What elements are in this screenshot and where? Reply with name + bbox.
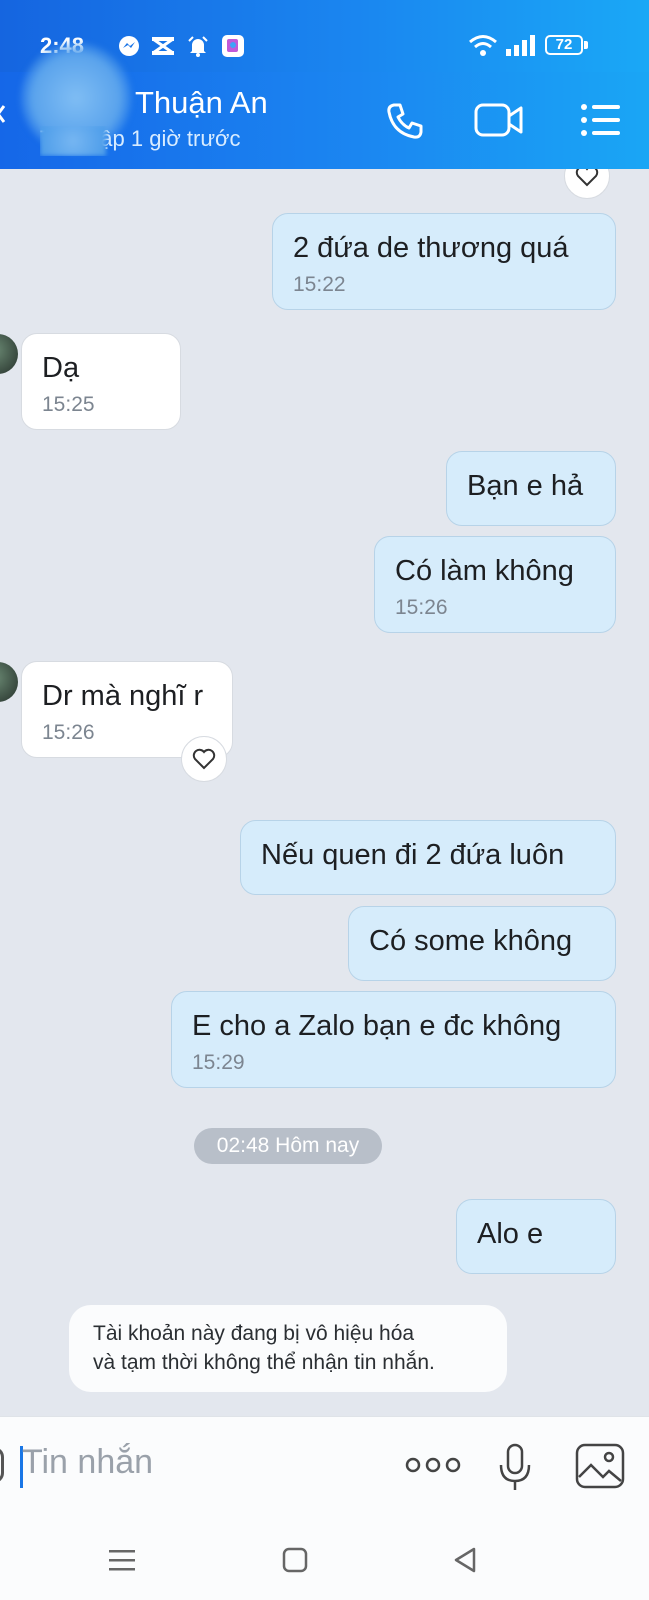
message-input[interactable]: Tin nhắn (22, 1443, 153, 1482)
battery-tip (584, 41, 588, 49)
notice-line-2: và tạm thời không thể nhận tin nhắn. (93, 1351, 435, 1374)
message-bubble[interactable]: Có some không (348, 906, 616, 981)
more-icon[interactable] (405, 1455, 461, 1475)
message-bubble[interactable]: E cho a Zalo bạn e đc không 15:29 (171, 991, 616, 1088)
notice-line-1: Tài khoản này đang bị vô hiệu hóa (93, 1322, 415, 1345)
signal-icon (506, 35, 535, 56)
message-text: Có some không (369, 925, 573, 957)
message-text: Bạn e hả (467, 470, 584, 502)
alarm-icon (188, 36, 208, 57)
wifi-icon (469, 35, 497, 56)
message-text: Có làm không (395, 555, 574, 587)
day-separator: 02:48 Hôm nay (194, 1128, 382, 1164)
last-seen-wrap: Truy cập 1 giờ trước (40, 126, 280, 156)
gallery-icon (222, 35, 244, 57)
message-text: Dạ (42, 352, 80, 384)
message-time: 15:26 (395, 596, 448, 619)
message-bubble[interactable]: Nếu quen đi 2 đứa luôn (240, 820, 616, 895)
message-time: 15:22 (293, 273, 346, 296)
microphone-icon[interactable] (497, 1443, 533, 1493)
video-call-icon[interactable] (474, 102, 524, 138)
image-icon[interactable] (575, 1443, 625, 1489)
message-text: 2 đứa de thương quá (293, 232, 569, 264)
blur-mask (40, 126, 106, 156)
message-list[interactable]: 2 đứa de thương quá 15:22 Dạ 15:25 Bạn e… (0, 169, 649, 1416)
emoji-icon[interactable] (0, 1447, 4, 1483)
message-bubble[interactable]: Alo e (456, 1199, 616, 1274)
message-time: 15:25 (42, 393, 95, 416)
phone-icon[interactable] (385, 101, 425, 141)
message-text: Nếu quen đi 2 đứa luôn (261, 839, 565, 871)
message-bubble[interactable]: 2 đứa de thương quá 15:22 (272, 213, 616, 310)
message-text: Alo e (477, 1218, 544, 1250)
back-arrow-icon[interactable] (0, 104, 6, 123)
menu-icon[interactable] (580, 103, 622, 137)
home-icon[interactable] (282, 1547, 308, 1573)
battery-icon: 72 (545, 35, 583, 55)
reaction-heart-icon[interactable] (564, 169, 610, 199)
reaction-heart-icon[interactable] (181, 736, 227, 782)
capcut-icon (152, 37, 174, 55)
message-time: 15:29 (192, 1051, 245, 1074)
message-bubble[interactable]: Bạn e hả (446, 451, 616, 526)
message-text: E cho a Zalo bạn e đc không (192, 1010, 562, 1042)
sender-avatar[interactable] (0, 334, 18, 374)
contact-name[interactable]: Thuận An (135, 85, 268, 121)
battery-level: 72 (555, 36, 573, 53)
chat-header: Thuận An Truy cập 1 giờ trước (0, 42, 649, 169)
system-nav-bar (0, 1526, 649, 1600)
message-text: Dr mà nghĩ r (42, 680, 204, 712)
account-disabled-notice: Tài khoản này đang bị vô hiệu hóa và tạm… (69, 1305, 507, 1392)
recents-icon[interactable] (109, 1549, 135, 1571)
message-time: 15:26 (42, 721, 95, 744)
back-icon[interactable] (453, 1547, 477, 1573)
message-bubble[interactable]: Dạ 15:25 (21, 333, 181, 430)
messenger-icon (119, 36, 139, 56)
message-bubble[interactable]: Có làm không 15:26 (374, 536, 616, 633)
sender-avatar[interactable] (0, 662, 18, 702)
